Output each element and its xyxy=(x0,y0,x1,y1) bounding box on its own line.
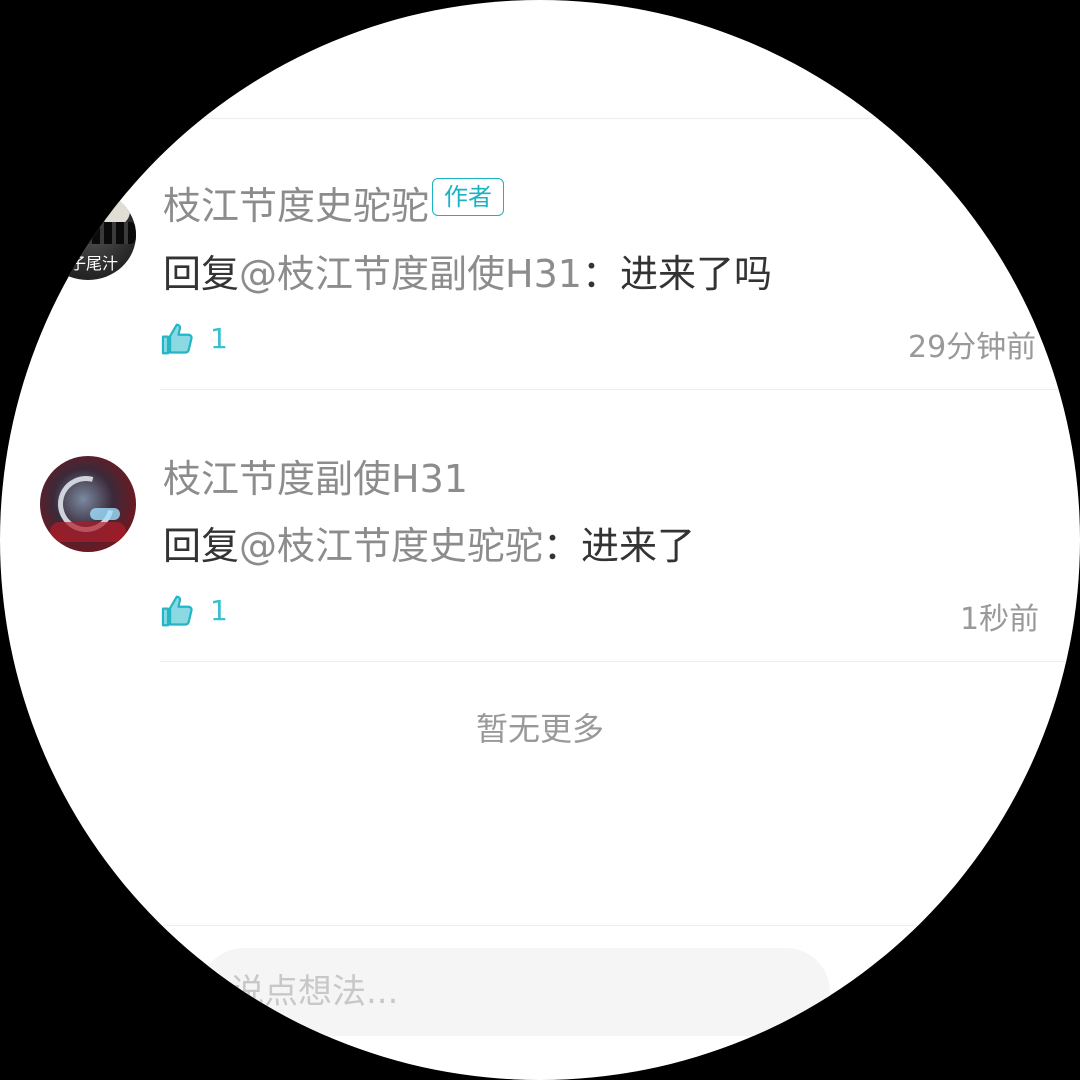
divider xyxy=(0,925,1080,926)
like-count: 1 xyxy=(210,322,228,355)
reply-prefix: 回复 xyxy=(163,524,240,568)
author-badge: 作者 xyxy=(432,178,504,216)
avatar[interactable]: 子尾汁 xyxy=(40,190,136,280)
mention-link[interactable]: @枝江节度副使H31 xyxy=(239,252,582,296)
comment-input-box[interactable] xyxy=(200,948,830,1036)
mention-link[interactable]: @枝江节度史驼驼 xyxy=(239,524,543,568)
comment-text: 进来了吗 xyxy=(619,252,772,296)
avatar-caption: 子尾汁 xyxy=(70,254,119,273)
comment-time: 29分钟前 xyxy=(908,330,1037,365)
no-more-label: 暂无更多 xyxy=(475,710,604,748)
like-count: 1 xyxy=(210,594,228,627)
thumbs-up-icon[interactable] xyxy=(159,592,197,630)
comment-input[interactable] xyxy=(200,948,830,1036)
separator: ： xyxy=(581,252,620,296)
comment-author[interactable]: 枝江节度副使H31 xyxy=(163,448,468,503)
divider xyxy=(160,661,1080,662)
screen: 子尾汁 枝江节度史驼驼 作者 回复@枝江节度副使H31：进来了吗 1 29分钟前… xyxy=(0,0,1080,1080)
comment-text: 进来了 xyxy=(581,524,696,568)
avatar[interactable] xyxy=(40,456,136,552)
comment-author[interactable]: 枝江节度史驼驼 xyxy=(163,175,429,230)
separator: ： xyxy=(543,524,582,568)
divider xyxy=(160,389,1080,390)
thumbs-up-icon[interactable] xyxy=(159,320,197,358)
divider xyxy=(0,118,1080,119)
comment-content[interactable]: 回复@枝江节度副使H31：进来了吗 xyxy=(163,243,772,298)
reply-prefix: 回复 xyxy=(163,252,240,296)
comment-content[interactable]: 回复@枝江节度史驼驼：进来了 xyxy=(163,515,695,570)
comment-time: 1秒前 xyxy=(960,602,1040,637)
